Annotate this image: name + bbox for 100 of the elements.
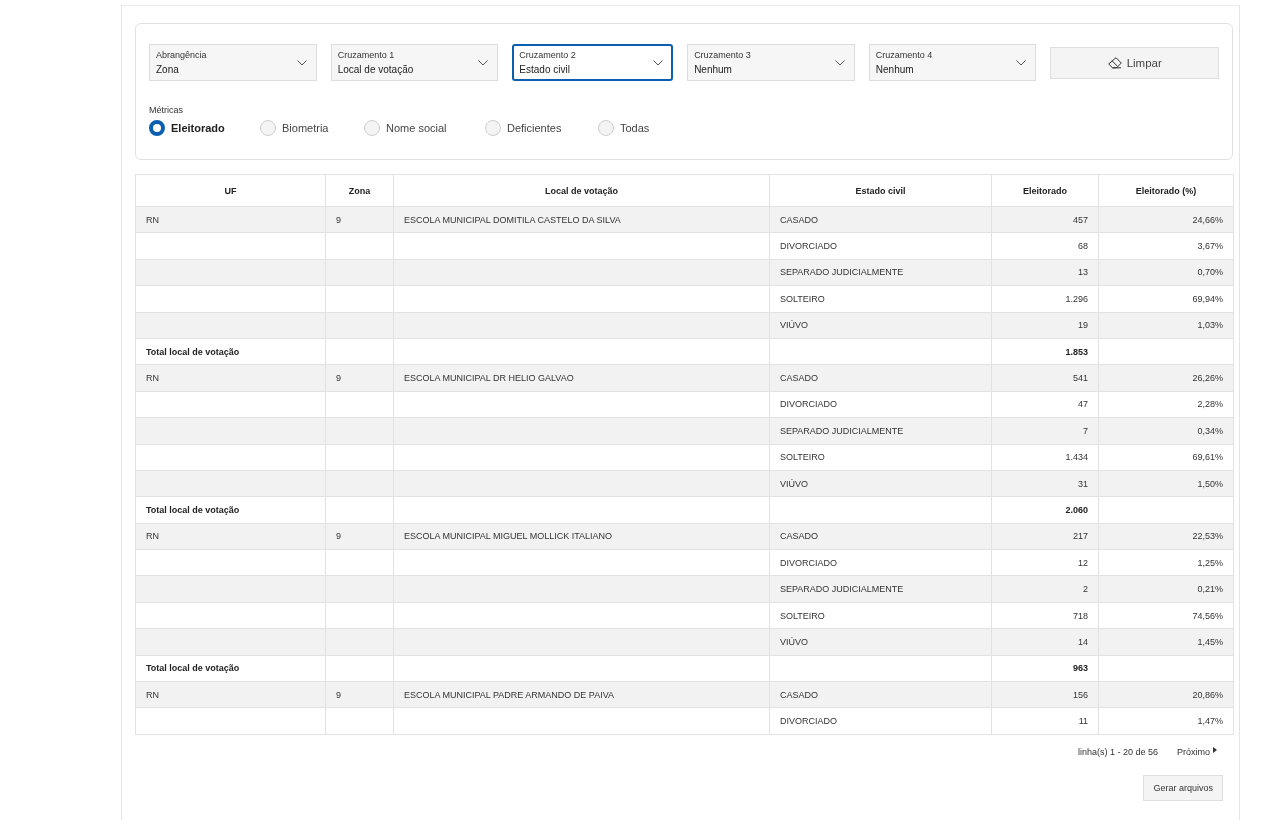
table-cell: 2,28% (1197, 399, 1223, 410)
table-cell: 0,34% (1197, 425, 1223, 436)
table-cell: RN (146, 373, 159, 384)
metric-radio[interactable]: Eleitorado (149, 120, 260, 136)
table-cell: 24,66% (1192, 214, 1223, 225)
dropdown-label: Cruzamento 1 (337, 50, 396, 60)
chevron-down-icon (1016, 59, 1027, 66)
table-cell: CASADO (780, 214, 818, 225)
table-cell: 156 (1072, 689, 1088, 700)
metric-radio[interactable]: Todas (598, 120, 650, 136)
caret-right-icon (1213, 746, 1217, 753)
generate-files-button[interactable]: Gerar arquivos (1143, 774, 1223, 801)
table-cell: 541 (1072, 373, 1088, 384)
table-cell: 68 (1078, 241, 1088, 252)
dropdown[interactable]: Cruzamento 2 Estado civil (512, 44, 674, 81)
table-cell: 963 (1072, 663, 1088, 674)
table-cell: 2.060 (1065, 505, 1088, 515)
table-cell: ESCOLA MUNICIPAL MIGUEL MOLLICK ITALIANO (404, 531, 613, 542)
dropdown-value: Local de votação (337, 64, 414, 75)
chevron-down-icon (296, 59, 307, 66)
radio-label: Nome social (386, 122, 447, 134)
radio-label: Eleitorado (171, 122, 225, 134)
metric-radio[interactable]: Nome social (364, 120, 485, 136)
table-cell: 1.853 (1065, 346, 1088, 357)
table-cell: 26,26% (1192, 373, 1223, 384)
table-cell: ESCOLA MUNICIPAL PADRE ARMANDO DE PAIVA (404, 689, 615, 700)
table-cell: 1,50% (1197, 478, 1223, 489)
table-cell: 22,53% (1192, 531, 1223, 542)
radio-button[interactable] (149, 120, 165, 136)
dropdown-label: Cruzamento 3 (694, 50, 751, 60)
table-cell: 31 (1078, 478, 1088, 489)
table-cell: SOLTEIRO (780, 610, 825, 621)
table-cell: 9 (336, 531, 341, 542)
table-cell: DIVORCIADO (780, 399, 837, 410)
table-cell: 0,21% (1197, 584, 1223, 595)
table-cell: ESCOLA MUNICIPAL DR HELIO GALVAO (404, 373, 574, 384)
table-cell: 14 (1078, 636, 1088, 647)
table-cell: SOLTEIRO (780, 452, 825, 463)
column-header: Estado civil (769, 174, 992, 207)
table-cell: 12 (1078, 557, 1088, 568)
column-header: Local de votação (393, 174, 770, 207)
table-cell: 0,70% (1197, 267, 1223, 278)
metric-radio[interactable]: Deficientes (485, 120, 598, 136)
table-cell: 7 (1083, 425, 1088, 436)
dropdown[interactable]: Abrangência Zona (149, 44, 317, 81)
column-header: Zona (325, 174, 394, 207)
table-cell: 1,25% (1197, 557, 1223, 568)
total-label: Total local de votação (146, 346, 240, 357)
table-cell: 1,03% (1197, 320, 1223, 331)
chevron-down-icon (834, 59, 845, 66)
dropdown-value: Nenhum (875, 64, 915, 75)
table-cell: RN (146, 214, 159, 225)
column-header: Eleitorado (%) (1098, 174, 1234, 207)
table-cell: RN (146, 689, 159, 700)
table-cell: 3,67% (1197, 241, 1223, 252)
table-cell: 74,56% (1192, 610, 1223, 621)
table-cell: SEPARADO JUDICIALMENTE (780, 425, 904, 436)
table-cell: 1.296 (1065, 293, 1088, 304)
dropdown-value: Zona (156, 64, 180, 75)
metric-radio[interactable]: Biometria (260, 120, 364, 136)
clear-button[interactable]: Limpar (1050, 47, 1219, 79)
chevron-down-icon (653, 59, 664, 66)
next-link[interactable]: Próximo (1177, 746, 1217, 757)
table-cell: VIÚVO (780, 478, 808, 489)
table-cell: 19 (1078, 320, 1088, 331)
table-cell: 1,45% (1197, 636, 1223, 647)
table-cell: DIVORCIADO (780, 557, 837, 568)
metrics-label: Métricas (149, 105, 184, 115)
dropdown-label: Cruzamento 4 (875, 50, 933, 60)
radio-label: Biometria (282, 122, 329, 134)
table-cell: 217 (1072, 531, 1088, 542)
dropdown-label: Cruzamento 2 (519, 50, 576, 60)
table-cell: RN (146, 531, 159, 542)
table-cell: 2 (1083, 584, 1088, 595)
table-cell: 9 (336, 373, 341, 384)
pagination-range: linha(s) 1 - 20 de 56 (1077, 746, 1158, 757)
table-cell: 69,61% (1192, 452, 1223, 463)
table-cell: CASADO (780, 689, 818, 700)
table-cell: SEPARADO JUDICIALMENTE (780, 584, 904, 595)
table-cell: CASADO (780, 373, 818, 384)
table-cell: ESCOLA MUNICIPAL DOMITILA CASTELO DA SILVA (404, 214, 621, 225)
table-cell: 1,47% (1197, 716, 1223, 727)
table-cell: DIVORCIADO (780, 241, 837, 252)
table-cell: SEPARADO JUDICIALMENTE (780, 267, 904, 278)
chevron-down-icon (478, 59, 489, 66)
table-cell: VIÚVO (780, 636, 808, 647)
column-header: Eleitorado (991, 174, 1099, 207)
radio-label: Todas (620, 122, 650, 134)
table-cell: DIVORCIADO (780, 716, 837, 727)
table-cell: 1.434 (1065, 452, 1088, 463)
dropdown[interactable]: Cruzamento 3 Nenhum (687, 44, 855, 81)
dropdown[interactable]: Cruzamento 4 Nenhum (868, 44, 1037, 81)
dropdown[interactable]: Cruzamento 1 Local de votação (330, 44, 499, 81)
table-cell: SOLTEIRO (780, 293, 825, 304)
total-label: Total local de votação (146, 663, 240, 674)
table-cell: 20,86% (1192, 689, 1223, 700)
table-cell: VIÚVO (780, 320, 808, 331)
table-cell: 9 (336, 689, 341, 700)
table-cell: 9 (336, 214, 341, 225)
table-cell: 11 (1078, 716, 1088, 727)
